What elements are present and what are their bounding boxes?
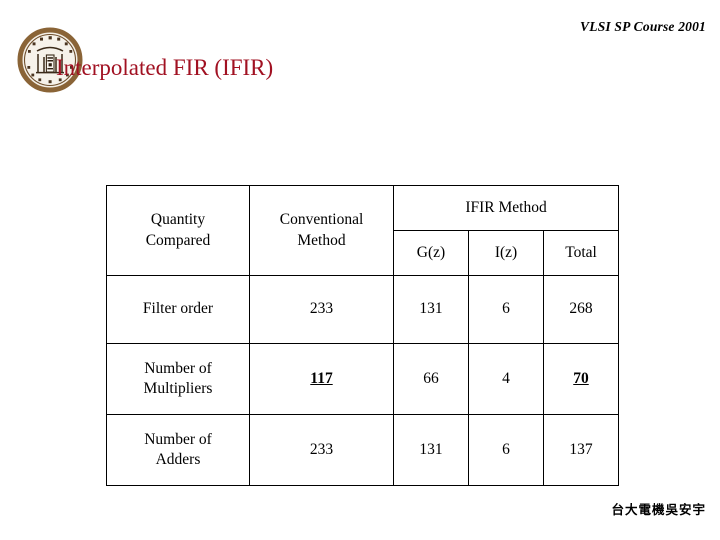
course-header-label: VLSI SP Course 2001 bbox=[580, 19, 706, 34]
column-header-quantity-line1: Quantity bbox=[150, 211, 206, 229]
row-label-multipliers-line1: Number of bbox=[144, 359, 212, 377]
page-title: Interpolated FIR (IFIR) bbox=[56, 55, 274, 80]
cell-filter-order-gz: 131 bbox=[393, 275, 469, 344]
cell-multipliers-gz: 66 bbox=[393, 343, 469, 415]
cell-multipliers-iz: 4 bbox=[468, 343, 544, 415]
cell-adders-conventional: 233 bbox=[249, 414, 394, 486]
row-label-adders-line1: Number of bbox=[144, 430, 212, 448]
row-label-multipliers-line2: Multipliers bbox=[143, 380, 213, 397]
table-header-row-group: Quantity Compared Conventional Method IF… bbox=[106, 185, 620, 276]
column-header-quantity-compared: Quantity Compared bbox=[106, 185, 250, 276]
cell-multipliers-conventional-value: 117 bbox=[310, 369, 333, 387]
column-header-conventional-line1: Conventional bbox=[279, 211, 364, 229]
cell-adders-total: 137 bbox=[542, 414, 620, 486]
row-label-number-of-multipliers: Number of Multipliers bbox=[106, 343, 250, 415]
footer-credit-label: 台大電機吳安宇 bbox=[611, 502, 706, 517]
cell-filter-order-conventional: 233 bbox=[249, 275, 394, 344]
table-row: Number of Multipliers 117 66 4 70 bbox=[106, 343, 620, 415]
column-header-iz: I(z) bbox=[468, 230, 544, 276]
column-header-ifir-method: IFIR Method bbox=[392, 185, 620, 231]
row-label-number-of-adders: Number of Adders bbox=[106, 414, 250, 486]
ifir-comparison-table: Quantity Compared Conventional Method IF… bbox=[106, 185, 620, 486]
column-header-conventional-method: Conventional Method bbox=[249, 185, 394, 276]
row-label-adders-line2: Adders bbox=[155, 451, 201, 468]
cell-filter-order-total: 268 bbox=[542, 275, 620, 344]
table-row: Filter order 233 131 6 268 bbox=[106, 275, 620, 344]
table-row: Number of Adders 233 131 6 137 bbox=[106, 414, 620, 486]
cell-filter-order-iz: 6 bbox=[468, 275, 544, 344]
cell-multipliers-conventional: 117 bbox=[249, 343, 394, 415]
cell-multipliers-total: 70 bbox=[542, 343, 620, 415]
cell-adders-iz: 6 bbox=[468, 414, 544, 486]
column-header-quantity-line2: Compared bbox=[145, 231, 211, 249]
column-header-conventional-line2: Method bbox=[297, 231, 346, 249]
column-header-total: Total bbox=[542, 230, 620, 276]
row-label-filter-order: Filter order bbox=[106, 275, 250, 344]
cell-adders-gz: 131 bbox=[393, 414, 469, 486]
column-header-gz: G(z) bbox=[393, 230, 469, 276]
cell-multipliers-total-value: 70 bbox=[573, 369, 589, 387]
